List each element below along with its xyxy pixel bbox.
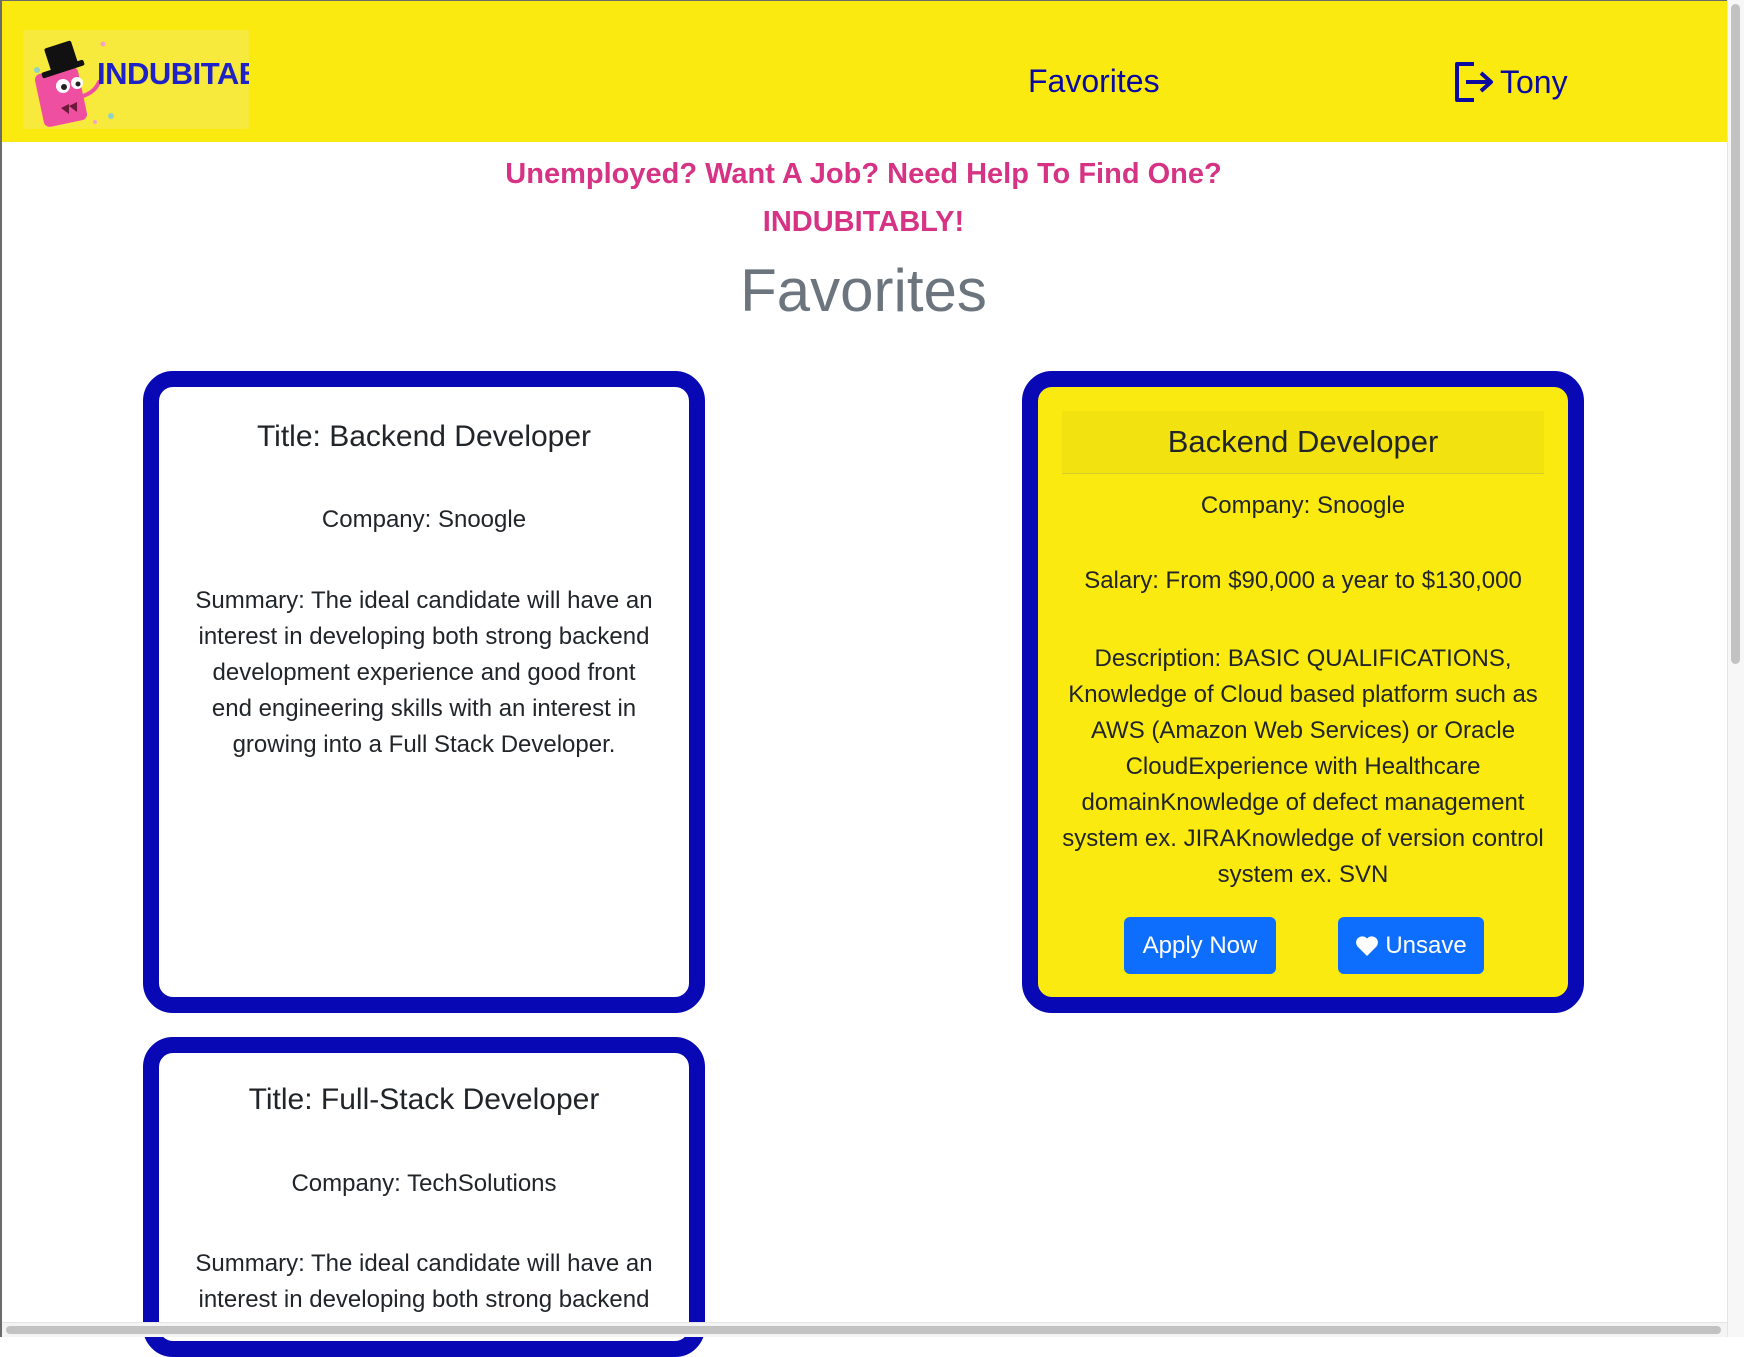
favorite-job-card[interactable]: Title: Backend Developer Company: Snoogl… — [143, 371, 705, 1013]
detail-salary: Salary: From $90,000 a year to $130,000 — [1084, 567, 1522, 594]
job-detail-card: Backend Developer Company: Snoogle Salar… — [1022, 371, 1584, 1013]
window-left-border — [0, 0, 2, 1337]
horizontal-scrollbar-thumb[interactable] — [6, 1326, 1721, 1334]
job-summary: Summary: The ideal candidate will have a… — [195, 1250, 653, 1313]
nav-favorites-link[interactable]: Favorites — [1028, 63, 1160, 100]
detail-title: Backend Developer — [1062, 411, 1544, 474]
logo-text: INDUBITABLY — [97, 56, 249, 91]
detail-description: Description: BASIC QUALIFICATIONS, Knowl… — [1062, 645, 1544, 888]
tagline-line-2: INDUBITABLY! — [762, 206, 965, 238]
user-logout-link[interactable]: Tony — [1452, 59, 1568, 105]
job-company: Company: Snoogle — [321, 506, 527, 533]
job-summary: Summary: The ideal candidate will have a… — [195, 587, 653, 758]
apply-now-label: Apply Now — [1142, 931, 1258, 959]
navbar: INDUBITABLY Favorites Tony — [2, 1, 1727, 142]
detail-company: Company: Snoogle — [1200, 492, 1406, 519]
favorite-job-card[interactable]: Title: Full-Stack Developer Company: Tec… — [143, 1037, 705, 1357]
user-name: Tony — [1500, 63, 1568, 100]
apply-now-button[interactable]: Apply Now — [1124, 917, 1276, 974]
site-logo[interactable]: INDUBITABLY — [23, 30, 249, 129]
job-company: Company: TechSolutions — [291, 1170, 557, 1197]
page-title: Favorites — [740, 257, 987, 324]
job-title: Title: Full-Stack Developer — [248, 1083, 600, 1116]
unsave-label: Unsave — [1385, 931, 1467, 959]
vertical-scrollbar-thumb[interactable] — [1731, 4, 1740, 664]
job-title: Title: Backend Developer — [256, 420, 592, 453]
unsave-button[interactable]: Unsave — [1338, 917, 1484, 974]
logout-arrow-icon — [1455, 62, 1493, 102]
tagline-line-1: Unemployed? Want A Job? Need Help To Fin… — [505, 158, 1222, 190]
heart-icon — [1356, 935, 1379, 956]
